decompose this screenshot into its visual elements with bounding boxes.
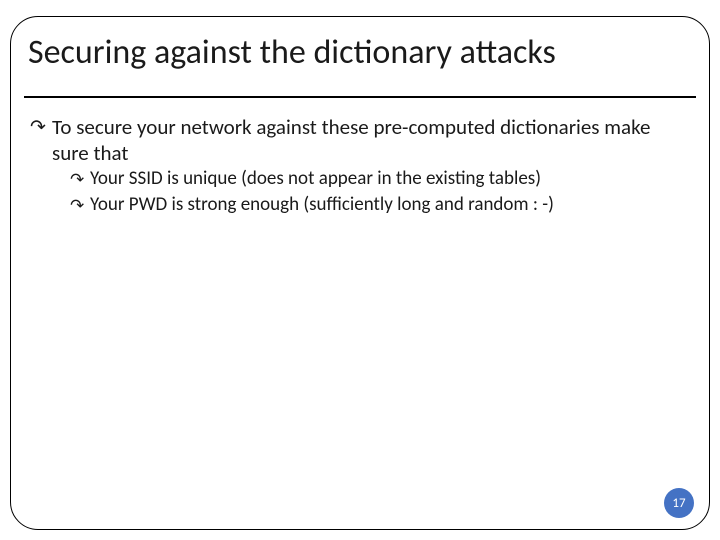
bullet-text: To secure your network against these pre…: [52, 114, 650, 166]
sub-list: ↷ Your SSID is unique (does not appear i…: [70, 167, 690, 218]
slide-body: ↷ To secure your network against these p…: [30, 114, 690, 230]
bullet-icon: ↷: [30, 116, 46, 140]
slide-title: Securing against the dictionary attacks: [28, 34, 692, 71]
bullet-level2: ↷ Your SSID is unique (does not appear i…: [70, 167, 690, 192]
sub-bullet-text: Your PWD is strong enough (sufficiently …: [90, 193, 554, 216]
bullet-level1: ↷ To secure your network against these p…: [30, 114, 690, 218]
page-number-badge: 17: [664, 488, 694, 518]
slide: Securing against the dictionary attacks …: [0, 0, 720, 540]
bullet-icon: ↷: [70, 169, 84, 191]
title-divider: [24, 96, 696, 98]
bullet-icon: ↷: [70, 195, 84, 217]
sub-bullet-text: Your SSID is unique (does not appear in …: [90, 167, 541, 190]
page-number: 17: [672, 496, 685, 511]
bullet-level2: ↷ Your PWD is strong enough (sufficientl…: [70, 193, 690, 218]
slide-frame: [10, 16, 710, 530]
